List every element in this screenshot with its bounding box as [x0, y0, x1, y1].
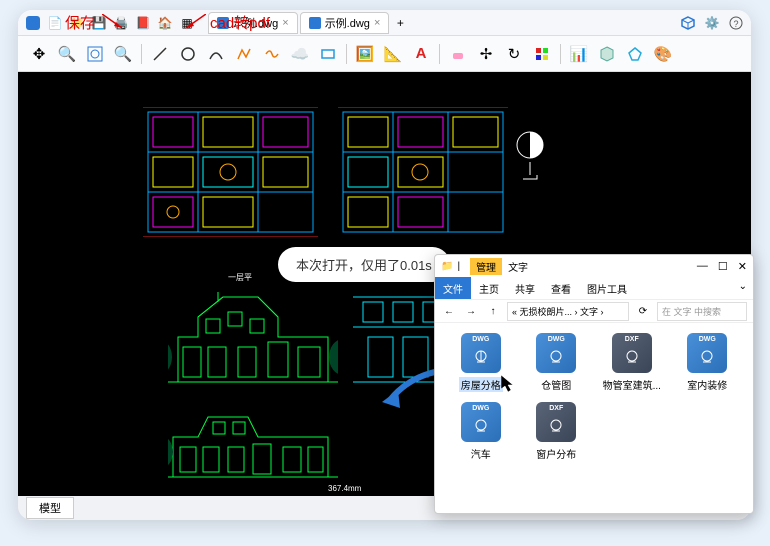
polyline-tool-icon[interactable]: [231, 41, 257, 67]
document-tab[interactable]: 示例.dwg ×: [300, 12, 390, 34]
file-label: 室内装修: [687, 377, 727, 392]
app-logo-icon[interactable]: [24, 14, 42, 32]
annotation-save-label: 保存: [65, 12, 95, 33]
home-icon[interactable]: 🏠: [156, 14, 174, 32]
nav-up-icon[interactable]: ↑: [485, 303, 501, 319]
spline-tool-icon[interactable]: [259, 41, 285, 67]
menubar: 📄 📁 💾 🖨️ 📕 🏠 ▦ 示例.dwg × 示例.dwg × + ⚙️ ?: [18, 10, 751, 36]
dwg-file-icon: [309, 17, 321, 29]
annotation-pdf-label: cad转pdf: [210, 12, 270, 33]
file-label: 房屋分格: [459, 377, 503, 392]
floor-label: 一层平: [228, 272, 252, 283]
file-item[interactable]: 仓管图: [521, 333, 593, 392]
move-tool-icon[interactable]: ✢: [473, 41, 499, 67]
file-label: 窗户分布: [536, 446, 576, 461]
rectangle-tool-icon[interactable]: [315, 41, 341, 67]
eraser-tool-icon[interactable]: [445, 41, 471, 67]
settings-icon[interactable]: ⚙️: [703, 14, 721, 32]
box3d-icon[interactable]: [594, 41, 620, 67]
folder-icon: 📁: [441, 261, 453, 272]
explorer-ribbon-tabs: 文件 主页 共享 查看 图片工具 ⌄: [435, 277, 753, 299]
minimize-icon[interactable]: —: [697, 260, 708, 273]
cube-view-icon[interactable]: [679, 14, 697, 32]
file-explorer-window: 📁 | 管理 文字 — ☐ ✕ 文件 主页 共享 查看 图片工具 ⌄ ← → ↑…: [434, 254, 754, 514]
color-tool-icon[interactable]: [529, 41, 555, 67]
arc-tool-icon[interactable]: [203, 41, 229, 67]
explorer-title-text: 文字: [508, 259, 528, 274]
explorer-search-input[interactable]: 在 文字 中搜索: [657, 302, 747, 321]
file-item[interactable]: 物管室建筑...: [596, 333, 668, 392]
zoom-extents-icon[interactable]: [82, 41, 108, 67]
palette-icon[interactable]: 🎨: [650, 41, 676, 67]
tab-label: 示例.dwg: [325, 15, 370, 31]
dwg-file-icon: [461, 333, 501, 373]
file-label: 物管室建筑...: [603, 377, 661, 392]
polygon-tool-icon[interactable]: [622, 41, 648, 67]
explorer-tab-share[interactable]: 共享: [507, 277, 543, 299]
file-item[interactable]: 窗户分布: [521, 402, 593, 461]
explorer-tab-picture[interactable]: 图片工具: [579, 277, 635, 299]
breadcrumb-path[interactable]: « 无损校朗片... › 文字 ›: [507, 302, 629, 321]
cad-elevation: [168, 287, 338, 387]
model-tab[interactable]: 模型: [26, 497, 74, 519]
toolbar-separator: [141, 44, 142, 64]
rotate-tool-icon[interactable]: ↻: [501, 41, 527, 67]
text-tool-icon[interactable]: A: [408, 41, 434, 67]
toolbar-separator: [439, 44, 440, 64]
revcloud-tool-icon[interactable]: ☁️: [287, 41, 313, 67]
explorer-tab-view[interactable]: 查看: [543, 277, 579, 299]
circle-tool-icon[interactable]: [175, 41, 201, 67]
maximize-icon[interactable]: ☐: [718, 260, 728, 273]
zoom-window-icon[interactable]: 🔍: [54, 41, 80, 67]
toolbar-separator: [346, 44, 347, 64]
zoom-out-icon[interactable]: 🔍: [110, 41, 136, 67]
refresh-icon[interactable]: ⟳: [635, 303, 651, 319]
cad-floorplan: [143, 107, 318, 237]
tab-close-icon[interactable]: ×: [374, 17, 380, 29]
file-item[interactable]: 室内装修: [672, 333, 744, 392]
annotation-arrow-icon: [182, 14, 206, 32]
load-time-toast: 本次打开，仅用了0.01s: [278, 247, 450, 282]
svg-text:?: ?: [733, 19, 738, 29]
dwg-file-icon: [687, 333, 727, 373]
nav-back-icon[interactable]: ←: [441, 303, 457, 319]
add-tab-icon[interactable]: +: [391, 14, 409, 32]
file-label: 汽车: [471, 446, 491, 461]
file-item[interactable]: 房屋分格: [445, 333, 517, 392]
line-tool-icon[interactable]: [147, 41, 173, 67]
explorer-category-badge: 管理: [470, 258, 502, 275]
annotation-arrow-icon: [102, 14, 126, 32]
menubar-right: ⚙️ ?: [679, 14, 745, 32]
file-item[interactable]: 汽车: [445, 402, 517, 461]
pan-tool-icon[interactable]: ✥: [26, 41, 52, 67]
dimension-text: 367.4mm: [328, 484, 361, 493]
new-file-icon[interactable]: 📄: [46, 14, 64, 32]
toolbar-separator: [560, 44, 561, 64]
dxf-file-icon: [612, 333, 652, 373]
close-icon[interactable]: ✕: [738, 260, 747, 273]
cad-elevation: [168, 402, 338, 482]
compass-icon: [509, 127, 551, 187]
cursor-icon: [501, 375, 517, 395]
ribbon-collapse-icon[interactable]: ⌄: [733, 277, 753, 299]
export-pdf-icon[interactable]: 📕: [134, 14, 152, 32]
dimension-tool-icon[interactable]: 📐: [380, 41, 406, 67]
dxf-file-icon: [536, 402, 576, 442]
explorer-titlebar: 📁 | 管理 文字 — ☐ ✕: [435, 255, 753, 277]
explorer-tab-home[interactable]: 主页: [471, 277, 507, 299]
help-icon[interactable]: ?: [727, 14, 745, 32]
file-label: 仓管图: [541, 377, 571, 392]
explorer-tab-file[interactable]: 文件: [435, 277, 471, 299]
toolbar: ✥ 🔍 🔍 ☁️ 🖼️ 📐 A ✢ ↻ 📊 🎨: [18, 36, 751, 72]
image-tool-icon[interactable]: 🖼️: [352, 41, 378, 67]
dwg-file-icon: [461, 402, 501, 442]
explorer-address-bar: ← → ↑ « 无损校朗片... › 文字 › ⟳ 在 文字 中搜索: [435, 299, 753, 323]
dwg-file-icon: [536, 333, 576, 373]
tab-close-icon[interactable]: ×: [282, 17, 288, 29]
layers-icon[interactable]: 📊: [566, 41, 592, 67]
cad-floorplan: [338, 107, 508, 237]
explorer-file-grid: 房屋分格 仓管图 物管室建筑... 室内装修 汽车 窗户分布: [435, 323, 753, 471]
nav-forward-icon[interactable]: →: [463, 303, 479, 319]
